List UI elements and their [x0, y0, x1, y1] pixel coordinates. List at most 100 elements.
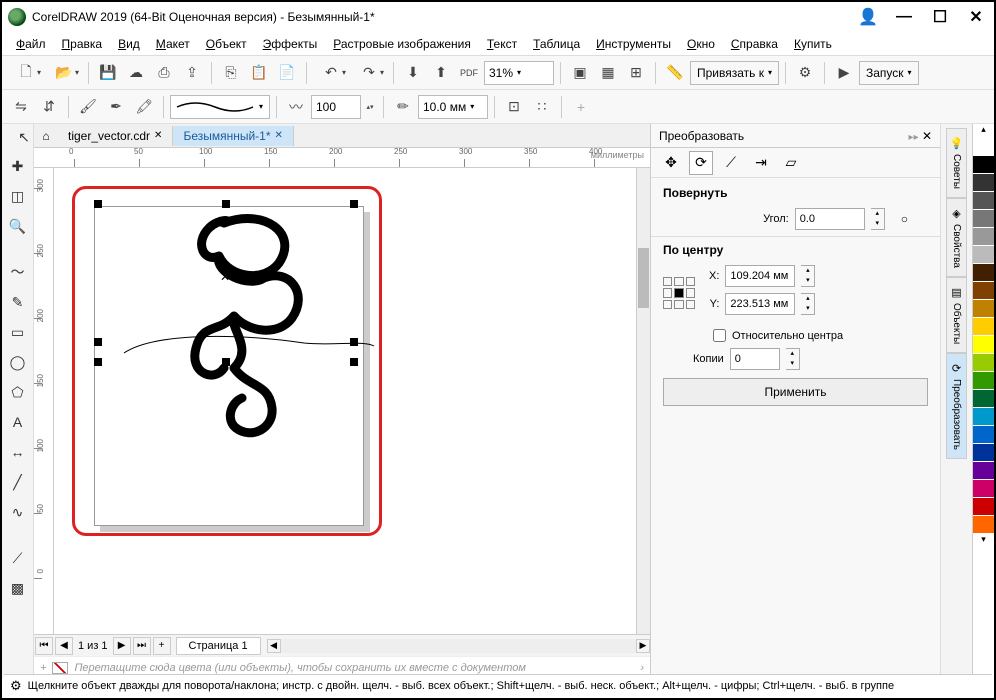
freehand-tool[interactable]: 〜 — [6, 260, 30, 284]
y-input[interactable]: 223.513 мм — [725, 293, 795, 315]
add-page-button[interactable]: + — [153, 637, 171, 655]
selection-handle[interactable] — [350, 338, 358, 346]
selection-handle[interactable] — [94, 358, 102, 366]
launch-button[interactable]: Запуск▾ — [859, 61, 919, 85]
cloud-button[interactable]: ☁ — [123, 60, 149, 86]
open-button[interactable]: 📂 — [46, 60, 82, 86]
export-pdf-button[interactable]: ⬆ — [428, 60, 454, 86]
menu-Текст[interactable]: Текст — [481, 35, 523, 53]
paste-button[interactable]: 📋 — [246, 60, 272, 86]
color-swatch[interactable] — [973, 444, 994, 462]
color-swatch[interactable] — [973, 174, 994, 192]
menu-Вид[interactable]: Вид — [112, 35, 146, 53]
close-tab-icon[interactable]: ✕ — [154, 130, 162, 141]
import-button[interactable]: ⬇ — [400, 60, 426, 86]
menu-Правка[interactable]: Правка — [56, 35, 109, 53]
vertical-scrollbar[interactable] — [636, 168, 650, 634]
page-tab[interactable]: Страница 1 — [176, 637, 261, 655]
selection-handle[interactable] — [350, 358, 358, 366]
redo-button[interactable]: ↷ — [351, 60, 387, 86]
zoom-combo[interactable]: 31%▾ — [484, 61, 554, 85]
copies-spinner[interactable]: ▴▾ — [786, 348, 800, 370]
effects-tool[interactable]: ∿ — [6, 500, 30, 524]
color-swatch[interactable] — [973, 192, 994, 210]
horizontal-scrollbar[interactable]: ◀▶ — [267, 639, 650, 653]
color-swatch[interactable] — [973, 408, 994, 426]
color-swatch[interactable] — [973, 246, 994, 264]
palette-expand-icon[interactable]: › — [640, 662, 644, 674]
add-color-icon[interactable]: + — [40, 662, 46, 674]
no-color-swatch[interactable] — [52, 662, 68, 674]
doc-tab-2[interactable]: Безымянный-1*✕ — [173, 126, 293, 146]
pdf-button[interactable]: PDF — [456, 60, 482, 86]
side-tab-Советы[interactable]: 💡Советы — [946, 128, 968, 198]
menu-Растровые изображения[interactable]: Растровые изображения — [327, 35, 477, 53]
gear-icon[interactable]: ⚙ — [10, 678, 22, 694]
snap-grid-button[interactable]: ⊡ — [501, 94, 527, 120]
anchor-grid[interactable] — [663, 277, 695, 309]
transform-tab-0[interactable]: ✥ — [659, 151, 683, 175]
grid-button[interactable]: ⊞ — [623, 60, 649, 86]
color-swatch[interactable] — [973, 138, 994, 156]
add-button[interactable]: + — [568, 94, 594, 120]
selection-handle[interactable] — [94, 338, 102, 346]
ruler-button[interactable]: 📏 — [662, 60, 688, 86]
x-input[interactable]: 109.204 мм — [725, 265, 795, 287]
y-spinner[interactable]: ▴▾ — [801, 293, 815, 315]
color-swatch[interactable] — [973, 354, 994, 372]
palette-up-icon[interactable]: ▴ — [973, 124, 994, 138]
angle-spinner[interactable]: ▴▾ — [871, 208, 885, 230]
artwork[interactable] — [54, 168, 354, 318]
menu-Объект[interactable]: Объект — [200, 35, 253, 53]
menu-Файл[interactable]: Файл — [10, 35, 52, 53]
text-tool[interactable]: A — [6, 410, 30, 434]
color-swatch[interactable] — [973, 318, 994, 336]
angle-input[interactable]: 0.0 — [795, 208, 865, 230]
width-stepper[interactable]: ▴▾ — [363, 94, 377, 120]
menu-Макет[interactable]: Макет — [150, 35, 196, 53]
transform-tab-2[interactable]: ⟋ — [719, 151, 743, 175]
menu-Справка[interactable]: Справка — [725, 35, 784, 53]
side-tab-Преобразовать[interactable]: ⟳Преобразовать — [946, 353, 968, 459]
side-tab-Свойства[interactable]: ◈Свойства — [946, 198, 968, 277]
x-spinner[interactable]: ▴▾ — [801, 265, 815, 287]
selection-handle[interactable] — [94, 200, 102, 208]
eyedropper-tool[interactable]: ⟋ — [6, 546, 30, 570]
polygon-tool[interactable]: ⬠ — [6, 380, 30, 404]
menu-Инструменты[interactable]: Инструменты — [590, 35, 677, 53]
color-swatch[interactable] — [973, 156, 994, 174]
brush-button[interactable]: 🖍 — [131, 94, 157, 120]
fill-button[interactable]: 🖌 — [75, 94, 101, 120]
options-button[interactable]: ⚙ — [792, 60, 818, 86]
home-icon[interactable]: ⌂ — [34, 129, 58, 143]
selection-handle[interactable] — [222, 200, 230, 208]
dimension-tool[interactable]: ↔ — [6, 440, 30, 464]
launch-icon[interactable]: ▶ — [831, 60, 857, 86]
color-swatch[interactable] — [973, 282, 994, 300]
docker-close-icon[interactable]: ✕ — [922, 129, 932, 143]
color-swatch[interactable] — [973, 336, 994, 354]
pick-tool[interactable]: ↖ — [12, 125, 36, 149]
color-swatch[interactable] — [973, 300, 994, 318]
next-page-button[interactable]: ▶ — [113, 637, 131, 655]
fill-tool[interactable]: ▩ — [6, 576, 30, 600]
copies-input[interactable]: 0 — [730, 348, 780, 370]
artistic-media-tool[interactable]: ✎ — [6, 290, 30, 314]
ellipse-tool[interactable]: ◯ — [6, 350, 30, 374]
color-swatch[interactable] — [973, 480, 994, 498]
menu-Таблица[interactable]: Таблица — [527, 35, 586, 53]
snap-to-button[interactable]: Привязать к▾ — [690, 61, 779, 85]
print-button[interactable]: ⎙ — [151, 60, 177, 86]
zoom-tool[interactable]: 🔍 — [6, 214, 30, 238]
prev-page-button[interactable]: ◀ — [55, 637, 73, 655]
menu-Купить[interactable]: Купить — [788, 35, 838, 53]
maximize-button[interactable]: ☐ — [928, 7, 952, 27]
save-button[interactable]: 💾 — [95, 60, 121, 86]
export-button[interactable]: ⇪ — [179, 60, 205, 86]
color-swatch[interactable] — [973, 390, 994, 408]
connector-tool[interactable]: ╱ — [6, 470, 30, 494]
close-button[interactable]: ✕ — [964, 7, 988, 27]
fullscreen-button[interactable]: ▣ — [567, 60, 593, 86]
selection-handle[interactable] — [350, 200, 358, 208]
color-swatch[interactable] — [973, 462, 994, 480]
